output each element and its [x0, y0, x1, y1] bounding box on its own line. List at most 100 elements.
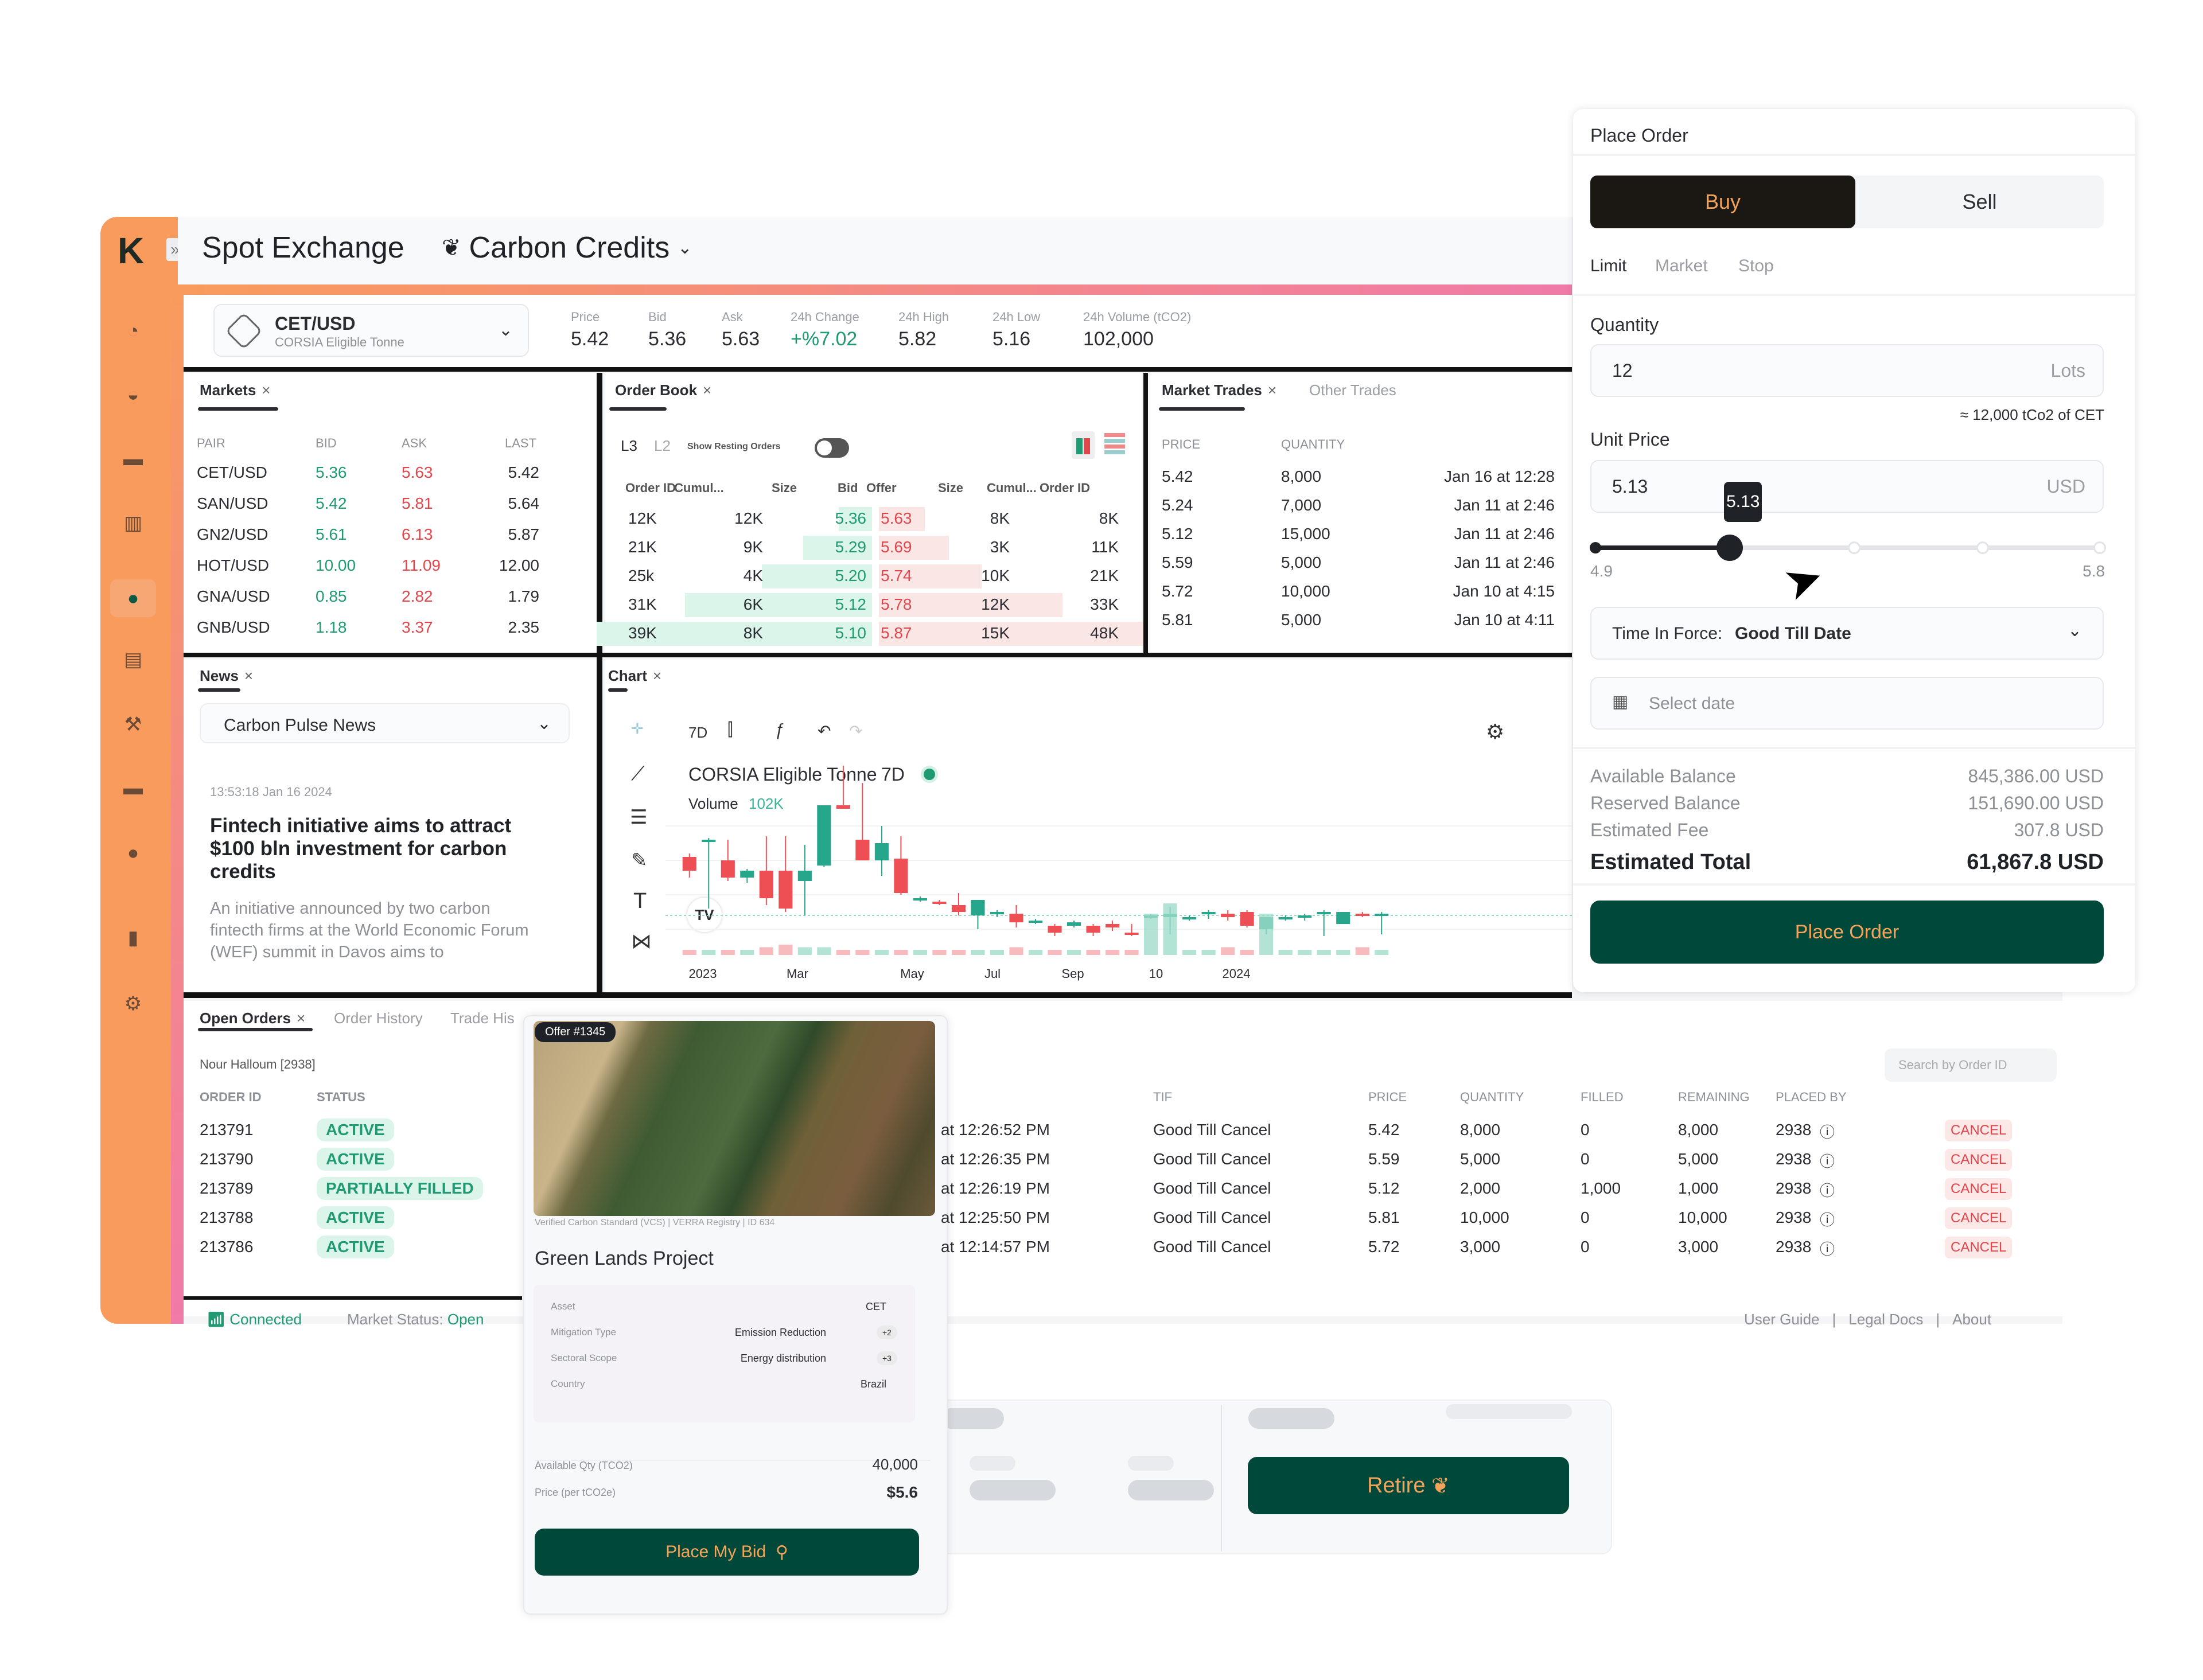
x-tick-label: Jul: [984, 966, 1001, 981]
order-type-market[interactable]: Market: [1655, 256, 1708, 276]
market-pair[interactable]: GN2/USD: [197, 525, 268, 544]
cancel-order-button[interactable]: CANCEL: [1945, 1237, 2013, 1258]
panel-divider[interactable]: [597, 373, 602, 992]
info-icon[interactable]: ⓘ: [1820, 1238, 1835, 1259]
bid-price[interactable]: 5.29: [820, 538, 867, 556]
tab-other-trades[interactable]: Other Trades: [1309, 381, 1396, 399]
split-view-icon[interactable]: [1072, 431, 1095, 459]
about-link[interactable]: About: [1952, 1311, 1991, 1328]
wallet-icon[interactable]: ▬: [120, 447, 146, 470]
candle-type-icon[interactable]: ⫿: [727, 720, 733, 740]
place-order-button[interactable]: Place Order: [1590, 901, 2104, 964]
info-icon[interactable]: ⓘ: [1820, 1209, 1835, 1230]
auction-gavel-icon[interactable]: ⚒: [120, 713, 146, 736]
order-type-limit[interactable]: Limit: [1590, 256, 1626, 276]
cancel-order-button[interactable]: CANCEL: [1945, 1149, 2013, 1171]
slider-thumb[interactable]: [1717, 535, 1743, 561]
candle-body: [990, 912, 1005, 914]
tab-markets[interactable]: Markets ×: [200, 381, 270, 399]
tab-trade-history[interactable]: Trade His: [450, 1009, 515, 1027]
order-type-stop[interactable]: Stop: [1738, 256, 1774, 276]
cancel-order-button[interactable]: CANCEL: [1945, 1178, 2013, 1200]
info-icon[interactable]: ⓘ: [1820, 1179, 1835, 1200]
volume-bar: [1375, 950, 1389, 955]
close-icon[interactable]: ×: [1268, 381, 1276, 399]
news-headline[interactable]: Fintech initiative aims to attract $100 …: [210, 814, 537, 883]
news-source-dropdown[interactable]: Carbon Pulse News ⌄: [200, 703, 570, 743]
indicators-icon[interactable]: ƒ: [774, 720, 784, 740]
market-pair[interactable]: CET/USD: [197, 463, 267, 482]
sell-tab[interactable]: Sell: [1855, 176, 2104, 228]
tab-news[interactable]: News ×: [200, 667, 253, 685]
bar-chart-icon[interactable]: ▮: [120, 926, 146, 949]
attribute-more-badge[interactable]: +2: [877, 1326, 897, 1339]
globe-icon[interactable]: ●: [120, 841, 146, 864]
pair-selector[interactable]: CET/USD CORSIA Eligible Tonne ⌄: [213, 304, 529, 357]
attribute-more-badge[interactable]: +3: [877, 1351, 897, 1365]
trend-chat-icon[interactable]: ◒: [120, 383, 146, 406]
market-pair[interactable]: GNB/USD: [197, 618, 270, 637]
tab-order-history[interactable]: Order History: [334, 1009, 423, 1027]
close-icon[interactable]: ×: [244, 667, 253, 684]
offer-price[interactable]: 5.78: [881, 595, 912, 614]
cancel-order-button[interactable]: CANCEL: [1945, 1120, 2013, 1141]
info-icon[interactable]: ⓘ: [1820, 1121, 1835, 1142]
user-guide-link[interactable]: User Guide: [1744, 1311, 1820, 1328]
offer-price[interactable]: 5.74: [881, 567, 912, 585]
candlestick-chart[interactable]: 2023 Mar May Jul Sep 10 2024: [608, 746, 1572, 992]
market-pair[interactable]: HOT/USD: [197, 556, 269, 575]
redo-icon[interactable]: ↷: [849, 722, 862, 740]
resting-orders-toggle[interactable]: [815, 438, 849, 458]
offer-price[interactable]: 5.63: [881, 509, 912, 528]
level-l2-button[interactable]: L2: [654, 437, 671, 455]
order-search-input[interactable]: Search by Order ID: [1885, 1048, 2057, 1082]
info-icon[interactable]: ⓘ: [1820, 1150, 1835, 1171]
crosshair-icon[interactable]: ✛: [631, 720, 644, 738]
bid-price[interactable]: 5.10: [820, 624, 867, 642]
bid-price[interactable]: 5.12: [820, 595, 867, 614]
quantity-input[interactable]: 12 Lots: [1590, 344, 2104, 397]
close-icon[interactable]: ×: [703, 381, 711, 399]
briefcase-icon[interactable]: ▬: [120, 777, 146, 800]
legal-docs-link[interactable]: Legal Docs: [1848, 1311, 1923, 1328]
offer-price[interactable]: 5.69: [881, 538, 912, 556]
market-pair[interactable]: GNA/USD: [197, 587, 270, 606]
close-icon[interactable]: ×: [262, 381, 270, 399]
stat-value: 5.63: [722, 328, 760, 350]
pie-chart-icon[interactable]: ◔: [120, 319, 146, 342]
settings-gear-icon[interactable]: ⚙: [120, 992, 146, 1015]
close-icon[interactable]: ×: [653, 667, 661, 684]
undo-icon[interactable]: ↶: [818, 722, 831, 740]
bid-price[interactable]: 5.20: [820, 567, 867, 585]
tab-order-book[interactable]: Order Book ×: [615, 381, 711, 399]
logo[interactable]: K: [118, 229, 144, 272]
close-icon[interactable]: ×: [297, 1009, 305, 1027]
place-my-bid-button[interactable]: Place My Bid ⚲: [535, 1529, 919, 1576]
market-pair[interactable]: SAN/USD: [197, 494, 268, 513]
price-slider[interactable]: 5.13: [1590, 482, 2106, 561]
retire-button[interactable]: Retire ❦: [1248, 1457, 1569, 1514]
chart-settings-icon[interactable]: ⚙: [1486, 720, 1504, 744]
panel-divider[interactable]: [1143, 373, 1148, 654]
unit-price-input[interactable]: 5.13 USD: [1590, 460, 2104, 513]
buy-tab[interactable]: Buy: [1590, 176, 1855, 228]
report-icon[interactable]: ▤: [120, 648, 146, 671]
date-picker-input[interactable]: ▦ Select date: [1590, 677, 2104, 730]
tab-market-trades[interactable]: Market Trades ×: [1162, 381, 1276, 399]
offer-size: 12K: [981, 595, 1010, 613]
tab-open-orders[interactable]: Open Orders ×: [200, 1009, 305, 1027]
category-dropdown[interactable]: ❦ Carbon Credits ⌄: [442, 231, 692, 265]
interval-button[interactable]: 7D: [688, 724, 707, 742]
globe-exchange-icon[interactable]: ●: [110, 579, 156, 617]
cancel-order-button[interactable]: CANCEL: [1945, 1207, 2013, 1229]
stacked-view-icon[interactable]: [1104, 433, 1125, 456]
panel-divider[interactable]: [184, 992, 1572, 998]
offer-price[interactable]: 5.87: [881, 624, 912, 642]
tab-chart[interactable]: Chart ×: [608, 667, 661, 685]
panel-divider[interactable]: [184, 653, 1572, 657]
columns-icon[interactable]: ▥: [120, 512, 146, 535]
level-l3-button[interactable]: L3: [621, 437, 637, 455]
time-in-force-dropdown[interactable]: Time In Force: Good Till Date ⌄: [1590, 607, 2104, 660]
bid-price[interactable]: 5.36: [820, 509, 867, 528]
bid-cumulative: 6K: [743, 595, 763, 613]
